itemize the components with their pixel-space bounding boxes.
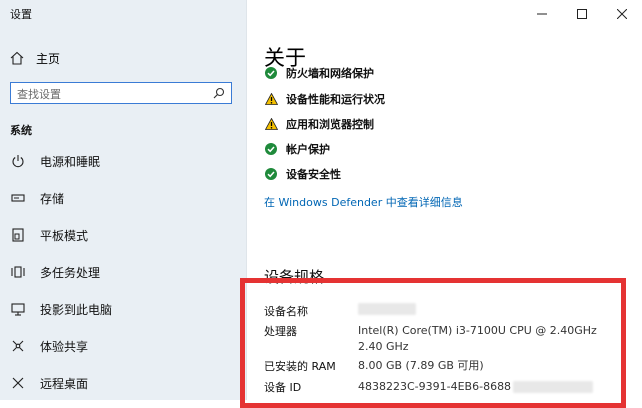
security-status-list: 防火墙和网络保护 设备性能和运行状况 应用和浏览器控制 帐户保护 设备安全性 (264, 62, 624, 192)
status-label: 应用和浏览器控制 (286, 118, 374, 131)
device-id-row: 4838223C-9391-4EB6-8688 (358, 379, 594, 395)
section-heading-system: 系统 (10, 124, 32, 137)
sidebar-item-label: 远程桌面 (40, 376, 89, 391)
sidebar-item-label: 体验共享 (40, 339, 89, 354)
search-box[interactable] (10, 82, 232, 105)
sidebar-item-label: 多任务处理 (40, 265, 101, 280)
device-name-value-redacted (358, 301, 416, 317)
processor-value: Intel(R) Core(TM) i3-7100U CPU @ 2.40GHz… (358, 324, 597, 353)
sidebar-item-label: 存储 (40, 191, 65, 206)
sidebar-item-label: 投影到此电脑 (40, 302, 113, 317)
green-check-icon (264, 66, 278, 80)
ram-value: 8.00 GB (7.89 GB 可用) (358, 359, 484, 372)
project-icon (10, 301, 26, 317)
device-name-label: 设备名称 (264, 305, 308, 318)
status-label: 设备性能和运行状况 (286, 93, 385, 106)
green-check-icon (264, 142, 278, 156)
device-specs-heading: 设备规格 (264, 268, 325, 286)
power-icon (10, 153, 26, 169)
status-row-device-security[interactable]: 设备安全性 (264, 166, 341, 182)
search-icon[interactable] (213, 87, 225, 99)
tablet-mode-icon (10, 227, 26, 243)
multitasking-icon (10, 264, 26, 280)
shared-experiences-icon (10, 338, 26, 354)
sidebar-item-shared-experiences[interactable]: 体验共享 (0, 331, 246, 361)
sidebar-item-tablet-mode[interactable]: 平板模式 (0, 220, 246, 250)
status-row-device-performance[interactable]: 设备性能和运行状况 (264, 91, 385, 107)
close-button[interactable] (602, 0, 642, 28)
sidebar-item-remote-desktop[interactable]: 远程桌面 (0, 368, 246, 398)
home-icon (10, 51, 24, 65)
status-label: 防火墙和网络保护 (286, 67, 374, 80)
ram-label: 已安装的 RAM (264, 360, 336, 373)
window-controls (522, 0, 642, 28)
maximize-button[interactable] (562, 0, 602, 28)
sidebar-item-power[interactable]: 电源和睡眠 (0, 146, 246, 176)
remote-desktop-icon (10, 375, 26, 391)
green-check-icon (264, 167, 278, 181)
home-label: 主页 (36, 51, 61, 66)
search-input[interactable] (11, 84, 213, 105)
storage-icon (10, 190, 26, 206)
sidebar-item-label: 平板模式 (40, 228, 89, 243)
window-title: 设置 (10, 8, 32, 21)
sidebar-item-home[interactable]: 主页 (10, 48, 60, 68)
sidebar-item-multitasking[interactable]: 多任务处理 (0, 257, 246, 287)
warning-icon (264, 117, 278, 131)
sidebar-item-project[interactable]: 投影到此电脑 (0, 294, 246, 324)
defender-details-link[interactable]: 在 Windows Defender 中查看详细信息 (264, 194, 463, 210)
sidebar-item-label: 电源和睡眠 (40, 154, 101, 169)
device-id-value: 4838223C-9391-4EB6-8688 (358, 380, 512, 393)
status-row-account-protection[interactable]: 帐户保护 (264, 141, 330, 157)
device-id-label: 设备 ID (264, 381, 302, 394)
close-icon (617, 9, 627, 19)
status-row-firewall[interactable]: 防火墙和网络保护 (264, 65, 374, 81)
warning-icon (264, 92, 278, 106)
status-label: 帐户保护 (286, 143, 330, 156)
status-row-app-browser-control[interactable]: 应用和浏览器控制 (264, 116, 374, 132)
sidebar: 设置 主页 系统 电源和睡眠 存储 平板模式 多 (0, 0, 247, 400)
processor-label: 处理器 (264, 325, 297, 338)
minimize-button[interactable] (522, 0, 562, 28)
status-label: 设备安全性 (286, 168, 341, 181)
minimize-icon (537, 13, 547, 15)
sidebar-item-storage[interactable]: 存储 (0, 183, 246, 213)
maximize-icon (577, 9, 587, 19)
